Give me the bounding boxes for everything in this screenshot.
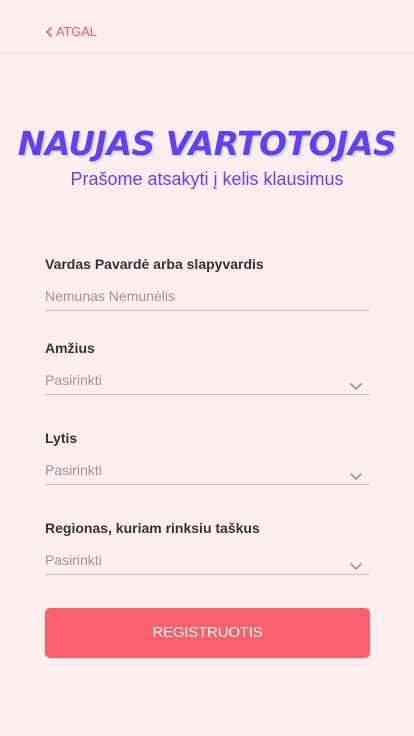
back-button[interactable]: ATGAL bbox=[46, 24, 97, 39]
chevron-down-icon bbox=[350, 378, 362, 396]
age-field-group: Amžius Pasirinkti bbox=[45, 340, 369, 395]
chevron-down-icon bbox=[350, 558, 362, 576]
gender-select[interactable]: Pasirinkti bbox=[45, 460, 369, 485]
region-field-group: Regionas, kuriam rinksiu taškus Pasirink… bbox=[45, 520, 369, 575]
register-button[interactable]: REGISTRUOTIS bbox=[45, 608, 370, 658]
top-bar: ATGAL bbox=[0, 0, 414, 54]
name-field-label: Vardas Pavardė arba slapyvardis bbox=[45, 256, 264, 272]
name-field-group: Vardas Pavardė arba slapyvardis Nemunas … bbox=[45, 256, 369, 311]
chevron-left-icon bbox=[46, 26, 52, 37]
page-title: NAUJAS VARTOTOJAS bbox=[17, 124, 397, 163]
region-select[interactable]: Pasirinkti bbox=[45, 550, 369, 575]
gender-field-group: Lytis Pasirinkti bbox=[45, 430, 369, 485]
age-select-value: Pasirinkti bbox=[45, 372, 102, 388]
back-label: ATGAL bbox=[56, 24, 97, 39]
age-select[interactable]: Pasirinkti bbox=[45, 370, 369, 395]
region-select-value: Pasirinkti bbox=[45, 552, 102, 568]
name-input-placeholder: Nemunas Nemunėlis bbox=[45, 288, 175, 304]
age-field-label: Amžius bbox=[45, 340, 95, 356]
page-subtitle: Prašome atsakyti į kelis klausimus bbox=[70, 169, 344, 189]
chevron-down-icon bbox=[350, 468, 362, 486]
gender-select-value: Pasirinkti bbox=[45, 462, 102, 478]
gender-field-label: Lytis bbox=[45, 430, 78, 446]
name-input[interactable]: Nemunas Nemunėlis bbox=[45, 286, 369, 311]
region-field-label: Regionas, kuriam rinksiu taškus bbox=[45, 520, 260, 536]
